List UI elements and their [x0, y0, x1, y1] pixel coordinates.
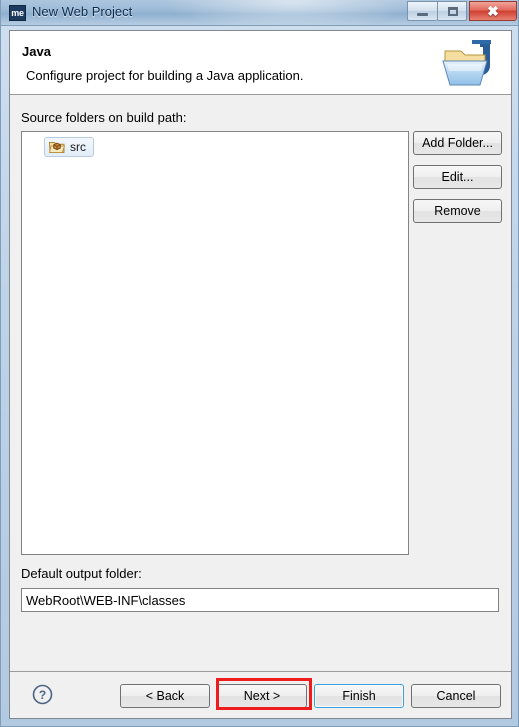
close-button[interactable]: ✖ [469, 1, 517, 21]
window-title: New Web Project [32, 4, 133, 19]
source-folder-actions: Add Folder... Edit... Remove [413, 131, 502, 223]
java-folder-icon [439, 35, 497, 91]
edit-button[interactable]: Edit... [413, 165, 502, 189]
svg-text:?: ? [39, 688, 46, 702]
finish-button[interactable]: Finish [314, 684, 404, 708]
minimize-button[interactable] [407, 1, 437, 21]
close-icon: ✖ [487, 3, 499, 19]
minimize-icon [417, 13, 428, 16]
wizard-footer: ? < Back Next > Finish Cancel [10, 671, 511, 718]
source-folders-label: Source folders on build path: [21, 110, 187, 125]
next-button[interactable]: Next > [217, 684, 307, 708]
wizard-header: Java Configure project for building a Ja… [10, 31, 511, 95]
list-item[interactable]: src [44, 137, 94, 157]
source-folders-list[interactable]: src [21, 131, 409, 555]
remove-button[interactable]: Remove [413, 199, 502, 223]
app-icon: me [9, 5, 26, 21]
back-button[interactable]: < Back [120, 684, 210, 708]
window-controls: ✖ [407, 1, 517, 21]
wizard-body: Source folders on build path: src Add Fo… [10, 96, 511, 671]
cancel-button[interactable]: Cancel [411, 684, 501, 708]
maximize-button[interactable] [437, 1, 467, 21]
add-folder-button[interactable]: Add Folder... [413, 131, 502, 155]
page-description: Configure project for building a Java ap… [26, 68, 304, 83]
maximize-icon [448, 7, 458, 16]
page-title: Java [22, 44, 51, 59]
wizard-nav-buttons: < Back Next > Finish Cancel [120, 684, 501, 708]
dialog-window: me New Web Project ✖ Java Configure proj… [0, 0, 519, 727]
title-bar[interactable]: me New Web Project ✖ [1, 0, 518, 26]
package-folder-icon [48, 140, 66, 154]
output-folder-label: Default output folder: [21, 566, 142, 581]
dialog-client-area: Java Configure project for building a Ja… [9, 30, 512, 719]
list-item-label: src [70, 140, 86, 154]
output-folder-input[interactable]: WebRoot\WEB-INF\classes [21, 588, 499, 612]
help-icon[interactable]: ? [32, 684, 53, 705]
